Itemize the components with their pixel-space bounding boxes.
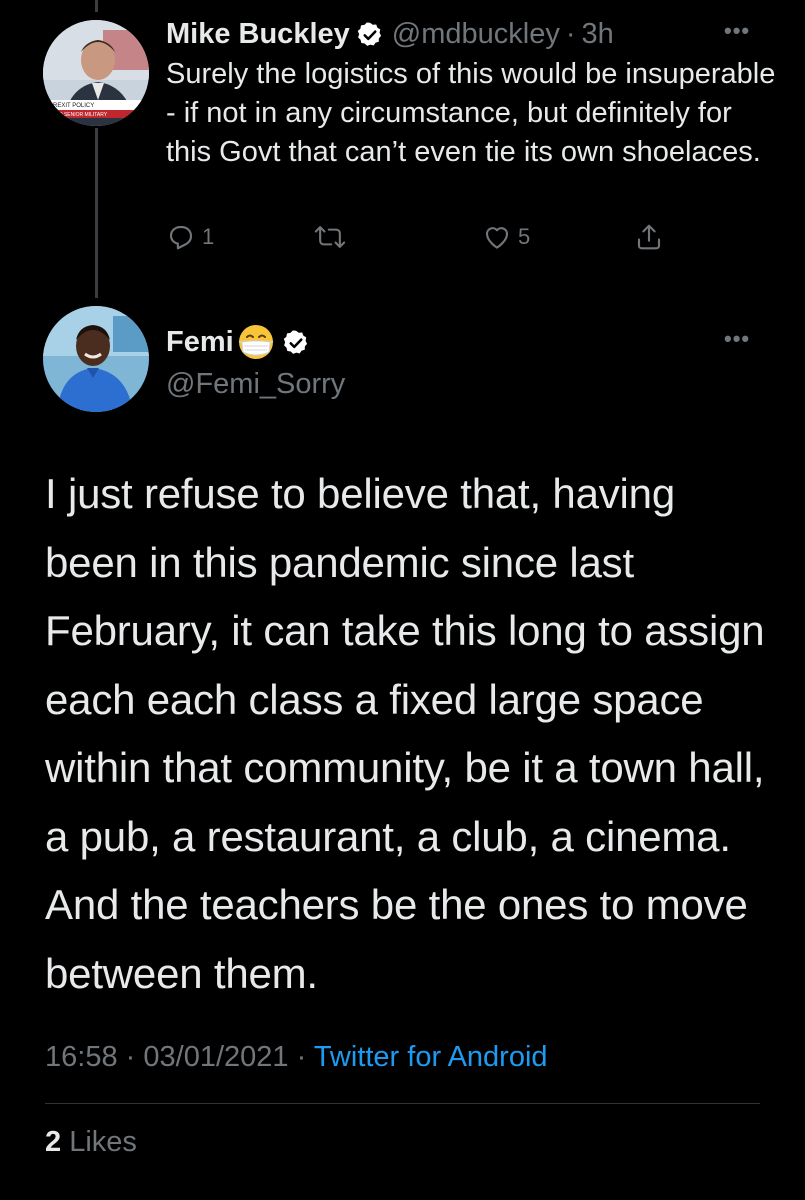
tweet-time: 16:58 bbox=[45, 1041, 118, 1073]
author-handle[interactable]: @mdbuckley bbox=[392, 14, 560, 54]
share-button[interactable] bbox=[634, 222, 664, 252]
meta-separator: · bbox=[125, 1041, 136, 1073]
retweet-icon bbox=[314, 222, 346, 252]
author-name[interactable]: Femi bbox=[166, 322, 234, 362]
likes-label: Likes bbox=[69, 1126, 137, 1158]
verified-badge-icon bbox=[356, 20, 384, 48]
author-handle[interactable]: @Femi_Sorry bbox=[166, 364, 345, 404]
tweet-actions-bar: 1 5 bbox=[166, 222, 686, 262]
like-count: 5 bbox=[518, 224, 531, 249]
avatar-caption-1: BREXIT POLICY bbox=[49, 103, 94, 109]
more-dots-icon[interactable]: ••• bbox=[724, 18, 750, 44]
meta-separator: · bbox=[296, 1041, 307, 1073]
reply-button[interactable]: 1 bbox=[166, 222, 214, 252]
retweet-button[interactable] bbox=[314, 222, 352, 252]
likes-summary[interactable]: 2 Likes bbox=[45, 1122, 137, 1162]
likes-count: 2 bbox=[45, 1126, 62, 1158]
main-tweet-text: I just refuse to believe that, having be… bbox=[45, 470, 765, 997]
face-with-medical-mask-emoji bbox=[236, 322, 276, 362]
reply-tweet-header: Mike Buckley @mdbuckley · 3h bbox=[166, 14, 614, 54]
thread-line bbox=[95, 128, 98, 298]
verified-badge-icon bbox=[282, 328, 310, 356]
reply-count: 1 bbox=[202, 224, 215, 249]
share-icon bbox=[634, 222, 664, 252]
heart-icon bbox=[482, 222, 512, 252]
tweet-time[interactable]: 3h bbox=[582, 14, 614, 54]
reply-icon bbox=[166, 222, 196, 252]
avatar-caption-2: 10 SENIOR MILITARY bbox=[57, 112, 108, 118]
tweet-date: 03/01/2021 bbox=[143, 1041, 289, 1073]
author-name[interactable]: Mike Buckley bbox=[166, 14, 350, 54]
avatar-femi[interactable] bbox=[43, 306, 149, 412]
tweet-source-link[interactable]: Twitter for Android bbox=[314, 1041, 548, 1073]
tweet-metadata: 16:58 · 03/01/2021 · Twitter for Android bbox=[45, 1037, 548, 1077]
reply-tweet-text: Surely the logistics of this would be in… bbox=[166, 58, 776, 168]
time-separator: · bbox=[565, 18, 576, 50]
avatar-mike-buckley[interactable]: BREXIT POLICY 10 SENIOR MILITARY bbox=[43, 20, 149, 126]
divider bbox=[45, 1103, 760, 1104]
thread-line-top bbox=[95, 0, 98, 12]
main-tweet-header: Femi @Femi_Sorry bbox=[166, 322, 345, 404]
more-dots-icon[interactable]: ••• bbox=[724, 326, 750, 352]
like-button[interactable]: 5 bbox=[482, 222, 530, 252]
